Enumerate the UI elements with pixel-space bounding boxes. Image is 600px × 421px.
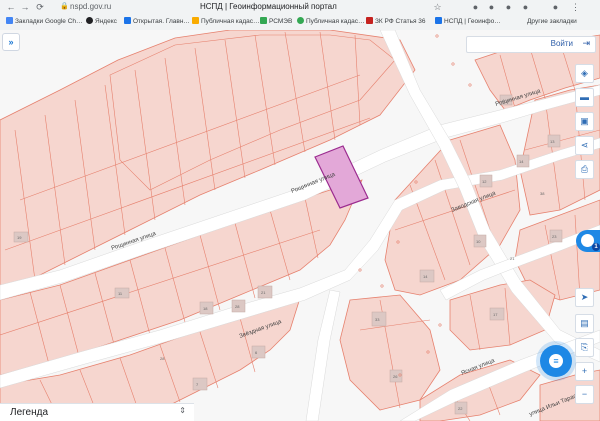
bookmark-icon xyxy=(435,17,442,24)
share-icon: ⋖ xyxy=(580,140,589,150)
menu-fab[interactable]: ≡ xyxy=(540,345,572,377)
login-icon: ⇥ xyxy=(582,38,590,48)
ruler-icon: ▬ xyxy=(580,92,589,102)
bookmark-icon xyxy=(260,17,267,24)
bookmark-item[interactable]: Закладки Google Ch… xyxy=(6,17,83,27)
parcel-number: 13 xyxy=(550,139,555,144)
layer-button[interactable]: ▤ xyxy=(575,314,594,333)
back-icon[interactable]: ← xyxy=(4,1,18,13)
zoom-in-icon: + xyxy=(581,366,588,376)
login-button[interactable]: Войти ⇥ xyxy=(466,36,596,53)
bookmark-label: Закладки Google Ch… xyxy=(15,18,83,25)
extension-icon[interactable]: ● xyxy=(470,2,481,13)
bookmark-icon xyxy=(366,17,373,24)
bookmark-label: Яндекс xyxy=(95,18,117,25)
bookmark-item[interactable]: Яндекс xyxy=(86,17,117,27)
bookmark-icon xyxy=(6,17,13,24)
page-title: НСПД | Геоинформационный портал xyxy=(200,2,337,11)
lock-icon: 🔒 xyxy=(60,3,69,10)
bookmark-item[interactable]: Открытая. Главн… xyxy=(124,17,190,27)
profile-icon[interactable]: ● xyxy=(550,2,561,13)
parcel-number: 21 xyxy=(261,290,266,295)
zoom-out-icon: − xyxy=(581,389,588,399)
bookmark-icon xyxy=(297,17,304,24)
bookmark-item[interactable]: Публичная кадас… xyxy=(297,17,365,27)
bookmark-item[interactable]: РСМЭВ xyxy=(260,17,292,27)
parcel-number: 19 xyxy=(17,235,22,240)
parcel-number: 26 xyxy=(393,374,398,379)
ruler-button[interactable]: ▬ xyxy=(575,88,594,107)
bookmark-icon xyxy=(124,17,131,24)
bookmark-item[interactable]: ЗК РФ Статья 36 xyxy=(366,17,426,27)
zoom-in-button[interactable]: + xyxy=(575,362,594,381)
legend-label: Легенда xyxy=(10,407,49,418)
other-bookmarks[interactable]: Другие закладки xyxy=(527,17,577,27)
bookmark-label: РСМЭВ xyxy=(269,18,293,25)
zoom-out-button[interactable]: − xyxy=(575,385,594,404)
bookmark-label: Открытая. Главн… xyxy=(133,18,190,25)
parcel-number: 28 xyxy=(235,304,240,309)
parcel-number: 33 xyxy=(375,317,380,322)
parcel-number: 10 xyxy=(476,239,481,244)
image-button[interactable]: ▣ xyxy=(575,112,594,131)
bookmark-label: Публичная кадас… xyxy=(306,18,365,25)
parcel-number: 28 xyxy=(160,356,165,361)
print-button[interactable]: ⎙ xyxy=(575,160,594,179)
bookmark-star-icon[interactable]: ☆ xyxy=(432,2,443,13)
browser-chrome: ← → ⟳ 🔒 nspd.gov.ru НСПД | Геоинформацио… xyxy=(0,0,600,31)
parcel-number: 18 xyxy=(203,306,208,311)
parcel-number: 22 xyxy=(458,406,463,411)
share-button[interactable]: ⋖ xyxy=(575,136,594,155)
copy-button[interactable]: ⎘ xyxy=(575,338,594,357)
layers-button[interactable]: ◈ xyxy=(575,64,594,83)
chevron-updown-icon: ⇕ xyxy=(179,406,186,415)
bookmark-item[interactable]: НСПД | Геоинфо… xyxy=(435,17,501,27)
list-icon: ≡ xyxy=(549,354,563,368)
print-icon: ⎙ xyxy=(580,164,589,174)
parcel-number: 12 xyxy=(482,179,487,184)
parcel-number: 14 xyxy=(519,159,524,164)
url-field[interactable]: nspd.gov.ru xyxy=(70,2,111,12)
notification-badge: 1 xyxy=(592,243,600,251)
bookmark-label: НСПД | Геоинфо… xyxy=(444,18,501,25)
bookmark-label: Публичная кадас… xyxy=(201,18,260,25)
extension-icon[interactable]: ● xyxy=(520,2,531,13)
extension-icon[interactable]: ● xyxy=(486,2,497,13)
address-bar-row: ← → ⟳ 🔒 nspd.gov.ru НСПД | Геоинформацио… xyxy=(0,0,600,15)
layer-icon: ▤ xyxy=(580,318,589,328)
bookmarks-bar: Закладки Google Ch… Яндекс Открытая. Гла… xyxy=(0,15,600,30)
parcel-number: 21 xyxy=(510,256,515,261)
expand-sidebar-button[interactable]: » xyxy=(2,33,20,51)
image-icon: ▣ xyxy=(580,116,589,126)
legend-bar[interactable]: Легенда ⇕ xyxy=(0,403,194,421)
bookmark-label: ЗК РФ Статья 36 xyxy=(375,18,426,25)
extension-icon[interactable]: ● xyxy=(503,2,514,13)
notification-pill[interactable]: 1 xyxy=(576,230,600,252)
bookmark-item[interactable]: Публичная кадас… xyxy=(192,17,260,27)
navigate-button[interactable]: ➤ xyxy=(575,288,594,307)
copy-icon: ⎘ xyxy=(580,342,589,352)
forward-icon[interactable]: → xyxy=(18,1,32,13)
reload-icon[interactable]: ⟳ xyxy=(33,1,47,13)
bookmark-icon xyxy=(86,17,93,24)
bookmark-icon xyxy=(192,17,199,24)
menu-icon[interactable]: ⋮ xyxy=(570,2,581,13)
parcel-number: 23 xyxy=(552,234,557,239)
navigate-icon: ➤ xyxy=(580,292,589,302)
map-view[interactable]: Рощинная улица Рощинная улица Рощинная у… xyxy=(0,30,600,421)
layers-icon: ◈ xyxy=(581,68,588,78)
parcel-number: 38 xyxy=(540,191,545,196)
parcel-number: 17 xyxy=(493,312,498,317)
cadastral-map[interactable]: Рощинная улица Рощинная улица Рощинная у… xyxy=(0,30,600,421)
parcel-number: 14 xyxy=(423,274,428,279)
login-label: Войти xyxy=(550,39,573,48)
